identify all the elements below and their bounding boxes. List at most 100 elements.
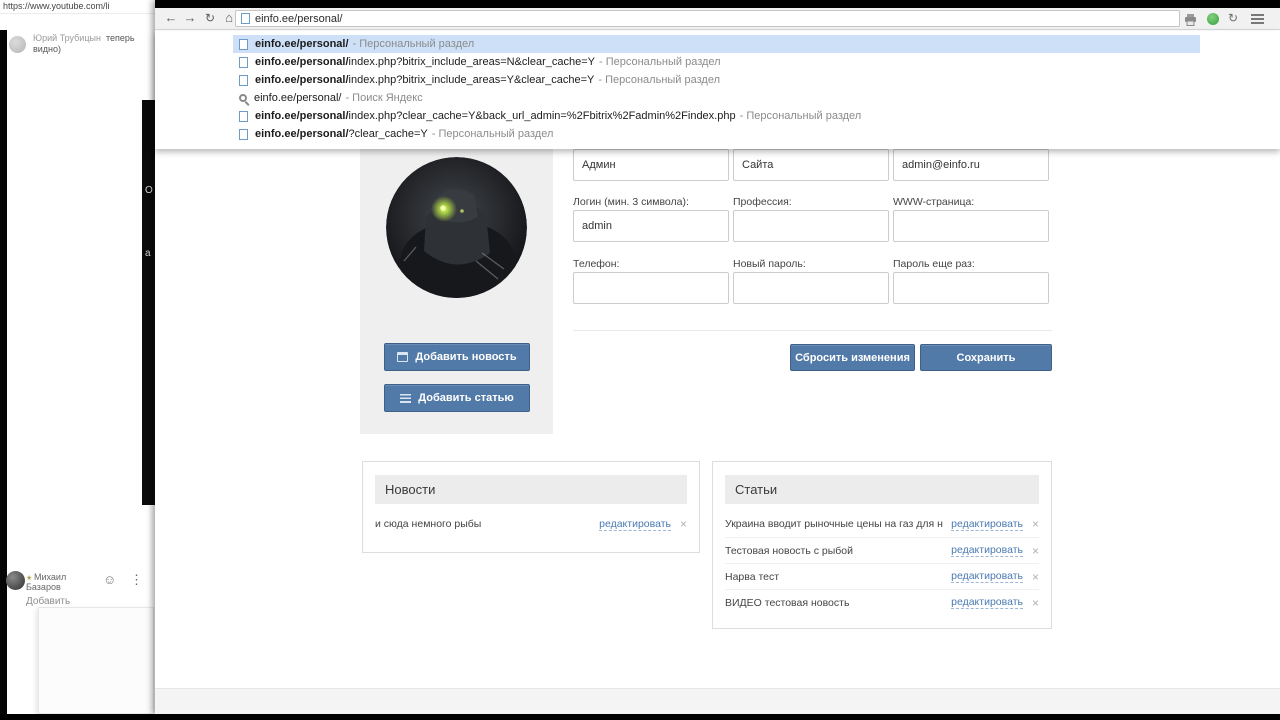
news-panel: Новости и сюда немного рыбы редактироват…: [362, 461, 700, 553]
printer-icon[interactable]: [1184, 13, 1197, 31]
form-input[interactable]: [573, 210, 729, 242]
form-field: Пароль еще раз:: [893, 258, 1049, 304]
article-item-row: ВИДЕО тестовая новость редактировать ×: [725, 589, 1039, 615]
suggestion-type-icon: [239, 38, 248, 50]
form-field: Телефон:: [573, 258, 729, 304]
form-input[interactable]: [733, 149, 889, 181]
suggestion-description: - Поиск Яндекс: [345, 92, 423, 104]
chat-author: Юрий Трубицын: [33, 33, 101, 43]
suggestion-url-path: einfo.ee/personal/: [254, 92, 342, 104]
delete-icon[interactable]: ×: [1032, 570, 1039, 584]
edit-link[interactable]: редактировать: [599, 518, 671, 531]
suggestion-url-domain: einfo.ee/personal/: [255, 74, 349, 86]
suggestion-type-icon: [239, 94, 247, 102]
clipped-letter: а: [145, 248, 151, 259]
clipped-letter: О: [145, 185, 153, 196]
chat-popup-panel: [38, 607, 154, 714]
sync-icon[interactable]: ↻: [1228, 11, 1238, 25]
url-suggestion-row[interactable]: einfo.ee/personal/index.php?clear_cache=…: [233, 107, 1200, 125]
reload-icon[interactable]: ↻: [202, 11, 218, 25]
back-icon[interactable]: ←: [163, 10, 179, 25]
url-suggestion-row[interactable]: einfo.ee/personal/index.php?bitrix_inclu…: [233, 53, 1200, 71]
chat-user-avatar: [9, 36, 26, 53]
form-input[interactable]: [893, 210, 1049, 242]
suggestion-description: - Персональный раздел: [739, 110, 862, 122]
current-user-avatar: [6, 571, 25, 590]
chat-add-comment[interactable]: Добавить: [26, 596, 70, 607]
form-input[interactable]: [733, 210, 889, 242]
form-field-label: Пароль еще раз:: [893, 258, 975, 270]
suggestion-url-domain: einfo.ee/personal/: [255, 128, 349, 140]
articles-panel-title: Статьи: [725, 475, 1039, 504]
current-user-name-2: Базаров: [26, 582, 61, 592]
suggestion-type-icon: [239, 74, 248, 86]
suggestion-url-domain: einfo.ee/personal/: [255, 56, 349, 68]
current-user-name-1: Михаил: [34, 572, 67, 582]
forward-icon[interactable]: →: [182, 10, 198, 25]
form-field: Логин (мин. 3 символа):: [573, 196, 729, 242]
news-items: и сюда немного рыбы редактировать ×: [375, 511, 687, 537]
reset-changes-button[interactable]: Сбросить изменения: [790, 344, 915, 371]
article-item-row: Украина вводит рыночные цены на газ для …: [725, 511, 1039, 537]
form-input[interactable]: [893, 149, 1049, 181]
suggestion-description: - Персональный раздел: [431, 128, 554, 140]
avatar-image: [386, 157, 527, 298]
protect-status-icon[interactable]: [1207, 13, 1219, 25]
chat-message: Юрий Трубицын теперь видно): [9, 33, 141, 55]
menu-icon[interactable]: [1251, 14, 1264, 25]
article-item-title: Тестовая новость с рыбой: [725, 544, 854, 557]
article-item-title: Нарва тест: [725, 570, 780, 583]
news-item-title: и сюда немного рыбы: [375, 518, 482, 530]
browser-toolbar: ← → ↻ ⌂ einfo.ee/personal/ ↻: [155, 8, 1280, 30]
url-suggestion-row[interactable]: einfo.ee/personal/index.php?bitrix_inclu…: [233, 71, 1200, 89]
articles-panel: Статьи Украина вводит рыночные цены на г…: [712, 461, 1052, 629]
emoji-icon[interactable]: ☺: [103, 572, 116, 587]
add-content-button[interactable]: Добавить новость: [384, 343, 530, 371]
clipped-page-edge: О а: [142, 100, 155, 505]
suggestion-description: - Персональный раздел: [598, 74, 721, 86]
member-badge-icon: ★: [26, 575, 33, 582]
article-item-row: Тестовая новость с рыбой редактировать ×: [725, 537, 1039, 563]
edit-link[interactable]: редактировать: [951, 518, 1023, 531]
suggestion-url-path: index.php?bitrix_include_areas=N&clear_c…: [348, 56, 595, 68]
suggestion-description: - Персональный раздел: [598, 56, 721, 68]
delete-icon[interactable]: ×: [1032, 596, 1039, 610]
suggestion-type-icon: [239, 128, 248, 140]
add-content-button[interactable]: Добавить статью: [384, 384, 530, 412]
youtube-url-text: https://www.youtube.com/li: [3, 1, 110, 11]
suggestion-url-domain: einfo.ee/personal/: [255, 110, 349, 122]
edit-link[interactable]: редактировать: [951, 544, 1023, 557]
video-left-edge: [0, 30, 7, 714]
form-input[interactable]: [573, 149, 729, 181]
profile-action-buttons: Добавить новость Добавить статью: [384, 343, 530, 412]
button-icon: [397, 352, 409, 362]
delete-icon[interactable]: ×: [1032, 517, 1039, 531]
letterbox-bottom: [0, 714, 1280, 720]
delete-icon[interactable]: ×: [1032, 544, 1039, 558]
address-bar[interactable]: einfo.ee/personal/: [235, 10, 1180, 27]
delete-icon[interactable]: ×: [680, 517, 687, 531]
suggestion-url-path: index.php?bitrix_include_areas=Y&clear_c…: [348, 74, 595, 86]
button-label: Добавить новость: [415, 351, 517, 363]
url-suggestion-row[interactable]: einfo.ee/personal/ - Поиск Яндекс: [233, 89, 1200, 107]
form-input[interactable]: [573, 272, 729, 304]
edit-link[interactable]: редактировать: [951, 570, 1023, 583]
kebab-menu-icon[interactable]: ⋮: [130, 572, 143, 588]
suggestion-url-domain: einfo.ee/personal/: [255, 38, 349, 50]
save-button[interactable]: Сохранить: [920, 344, 1052, 371]
url-suggestions-dropdown: einfo.ee/personal/ - Персональный раздел…: [155, 31, 1280, 149]
articles-items: Украина вводит рыночные цены на газ для …: [725, 511, 1039, 615]
suggestion-url-path: ?clear_cache=Y: [348, 128, 428, 140]
button-icon: [400, 393, 412, 403]
article-item-title: ВИДЕО тестовая новость: [725, 596, 850, 609]
suggestion-type-icon: [239, 110, 248, 122]
address-bar-url: einfo.ee/personal/: [255, 13, 343, 25]
background-window-youtube: https://www.youtube.com/li Юрий Трубицын…: [0, 0, 155, 714]
url-suggestion-row[interactable]: einfo.ee/personal/ - Персональный раздел: [233, 35, 1200, 53]
form-field-label: Телефон:: [573, 258, 620, 270]
form-input[interactable]: [733, 272, 889, 304]
form-field: Профессия:: [733, 196, 889, 242]
form-input[interactable]: [893, 272, 1049, 304]
edit-link[interactable]: редактировать: [951, 596, 1023, 609]
url-suggestion-row[interactable]: einfo.ee/personal/?clear_cache=Y - Персо…: [233, 125, 1200, 143]
